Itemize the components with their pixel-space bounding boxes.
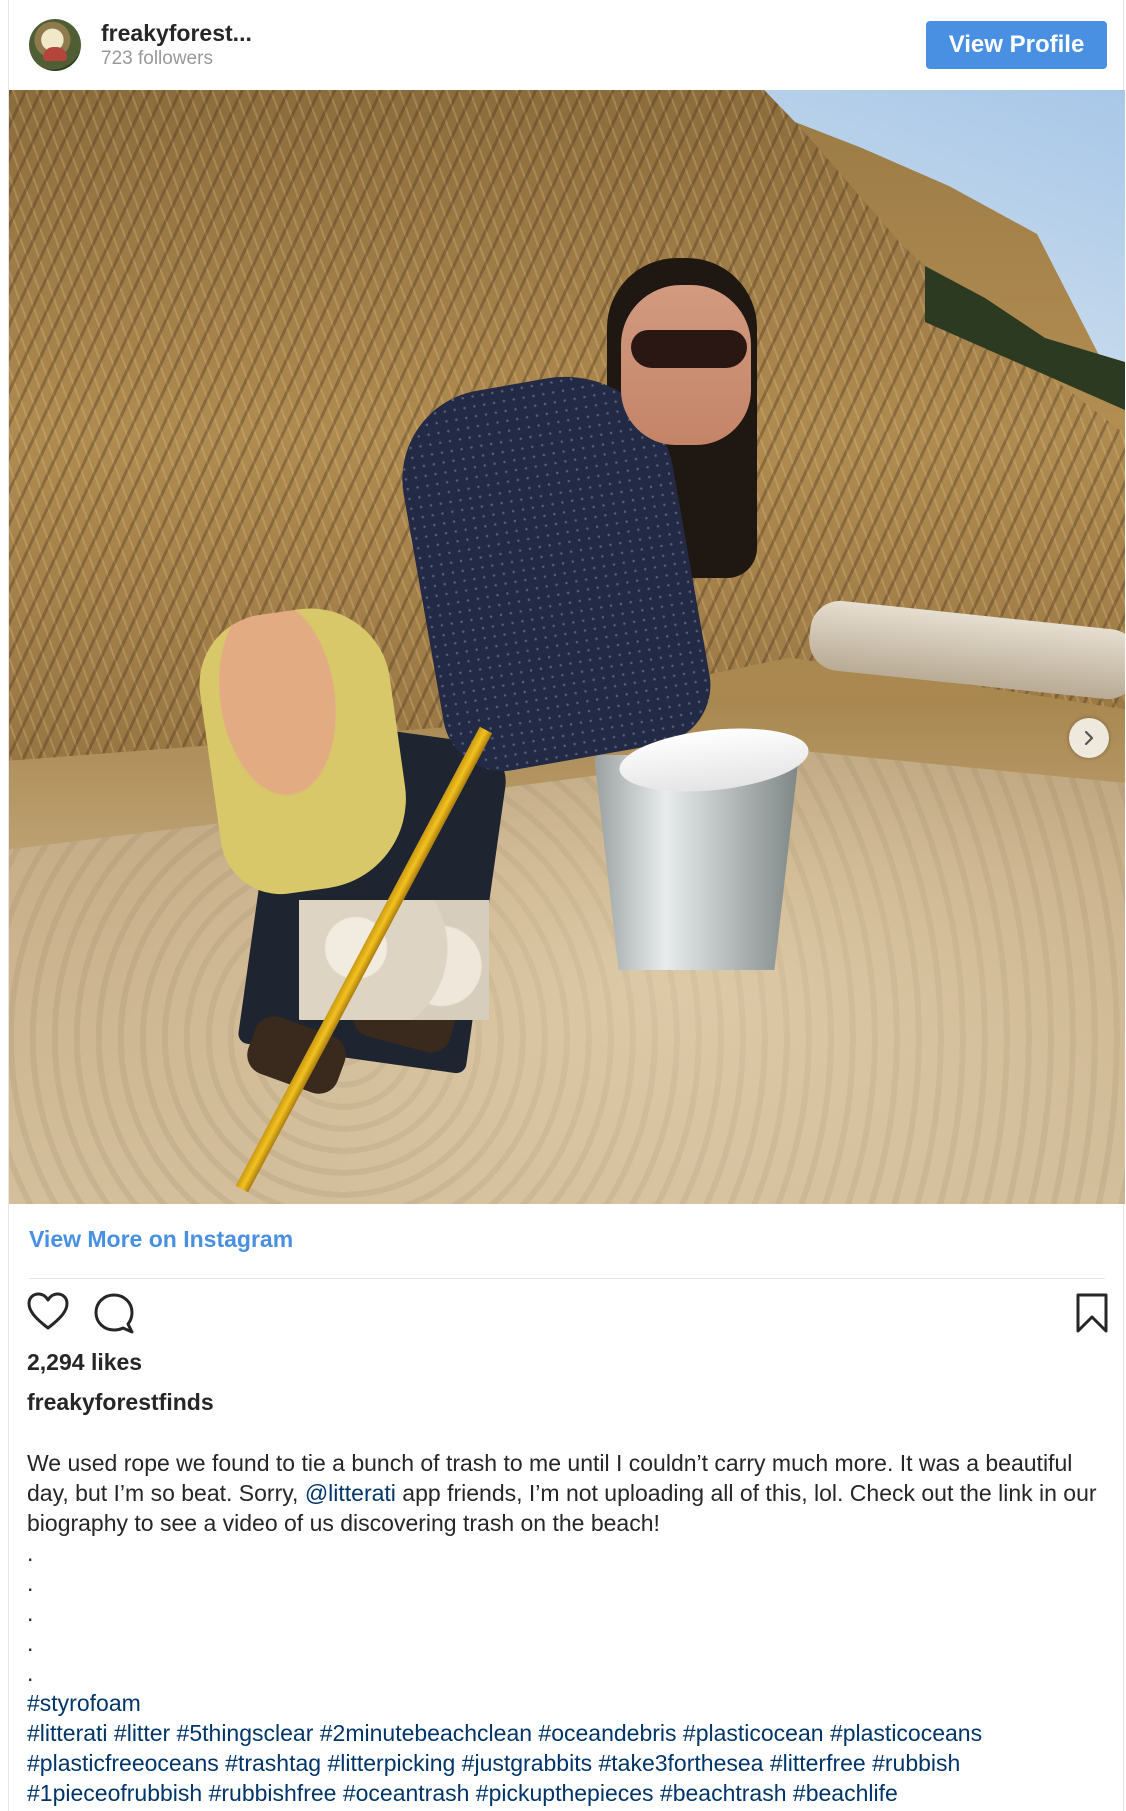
hashtag-line[interactable]: #styrofoam — [27, 1688, 1117, 1718]
caption-dots: . . . . . — [27, 1538, 1117, 1688]
follower-count: 723 followers — [101, 48, 213, 69]
mushroom-logo — [43, 47, 67, 61]
dot-line: . — [27, 1630, 34, 1656]
hashtag-line[interactable]: #plasticfreeoceans #trashtag #litterpick… — [27, 1748, 1117, 1778]
mention-link[interactable]: @litterati — [305, 1480, 396, 1506]
save-button[interactable] — [1075, 1292, 1109, 1334]
dot-line: . — [27, 1570, 34, 1596]
instagram-embed-card: freakyforest... 723 followers View Profi… — [8, 0, 1125, 1811]
post-header: freakyforest... 723 followers View Profi… — [9, 0, 1125, 90]
divider — [29, 1278, 1105, 1279]
caption-text: We used rope we found to tie a bunch of … — [27, 1448, 1117, 1538]
chevron-right-icon — [1084, 730, 1094, 746]
next-photo-button[interactable] — [1069, 718, 1109, 758]
heart-icon — [27, 1292, 69, 1330]
bookmark-icon — [1076, 1293, 1108, 1333]
caption-author[interactable]: freakyforestfinds — [27, 1389, 214, 1416]
view-more-link[interactable]: View More on Instagram — [29, 1226, 293, 1253]
view-profile-button[interactable]: View Profile — [926, 21, 1107, 69]
hashtag-line[interactable]: #litterati #litter #5thingsclear #2minut… — [27, 1718, 1117, 1748]
styrofoam-chunk — [299, 900, 489, 1020]
hashtag-list: #styrofoam #litterati #litter #5thingscl… — [27, 1688, 1117, 1808]
likes-count[interactable]: 2,294 likes — [27, 1349, 142, 1376]
post-caption: We used rope we found to tie a bunch of … — [27, 1448, 1117, 1808]
hashtag-line[interactable]: #1pieceofrubbish #rubbishfree #oceantras… — [27, 1778, 1117, 1808]
like-button[interactable] — [27, 1292, 69, 1332]
dot-line: . — [27, 1660, 34, 1686]
comment-button[interactable] — [93, 1292, 135, 1334]
dot-line: . — [27, 1600, 34, 1626]
post-photo[interactable] — [9, 90, 1125, 1204]
dot-line: . — [27, 1540, 34, 1566]
comment-icon — [94, 1293, 134, 1334]
profile-username[interactable]: freakyforest... — [101, 20, 252, 47]
avatar[interactable] — [29, 19, 81, 71]
sunglasses — [631, 330, 747, 368]
